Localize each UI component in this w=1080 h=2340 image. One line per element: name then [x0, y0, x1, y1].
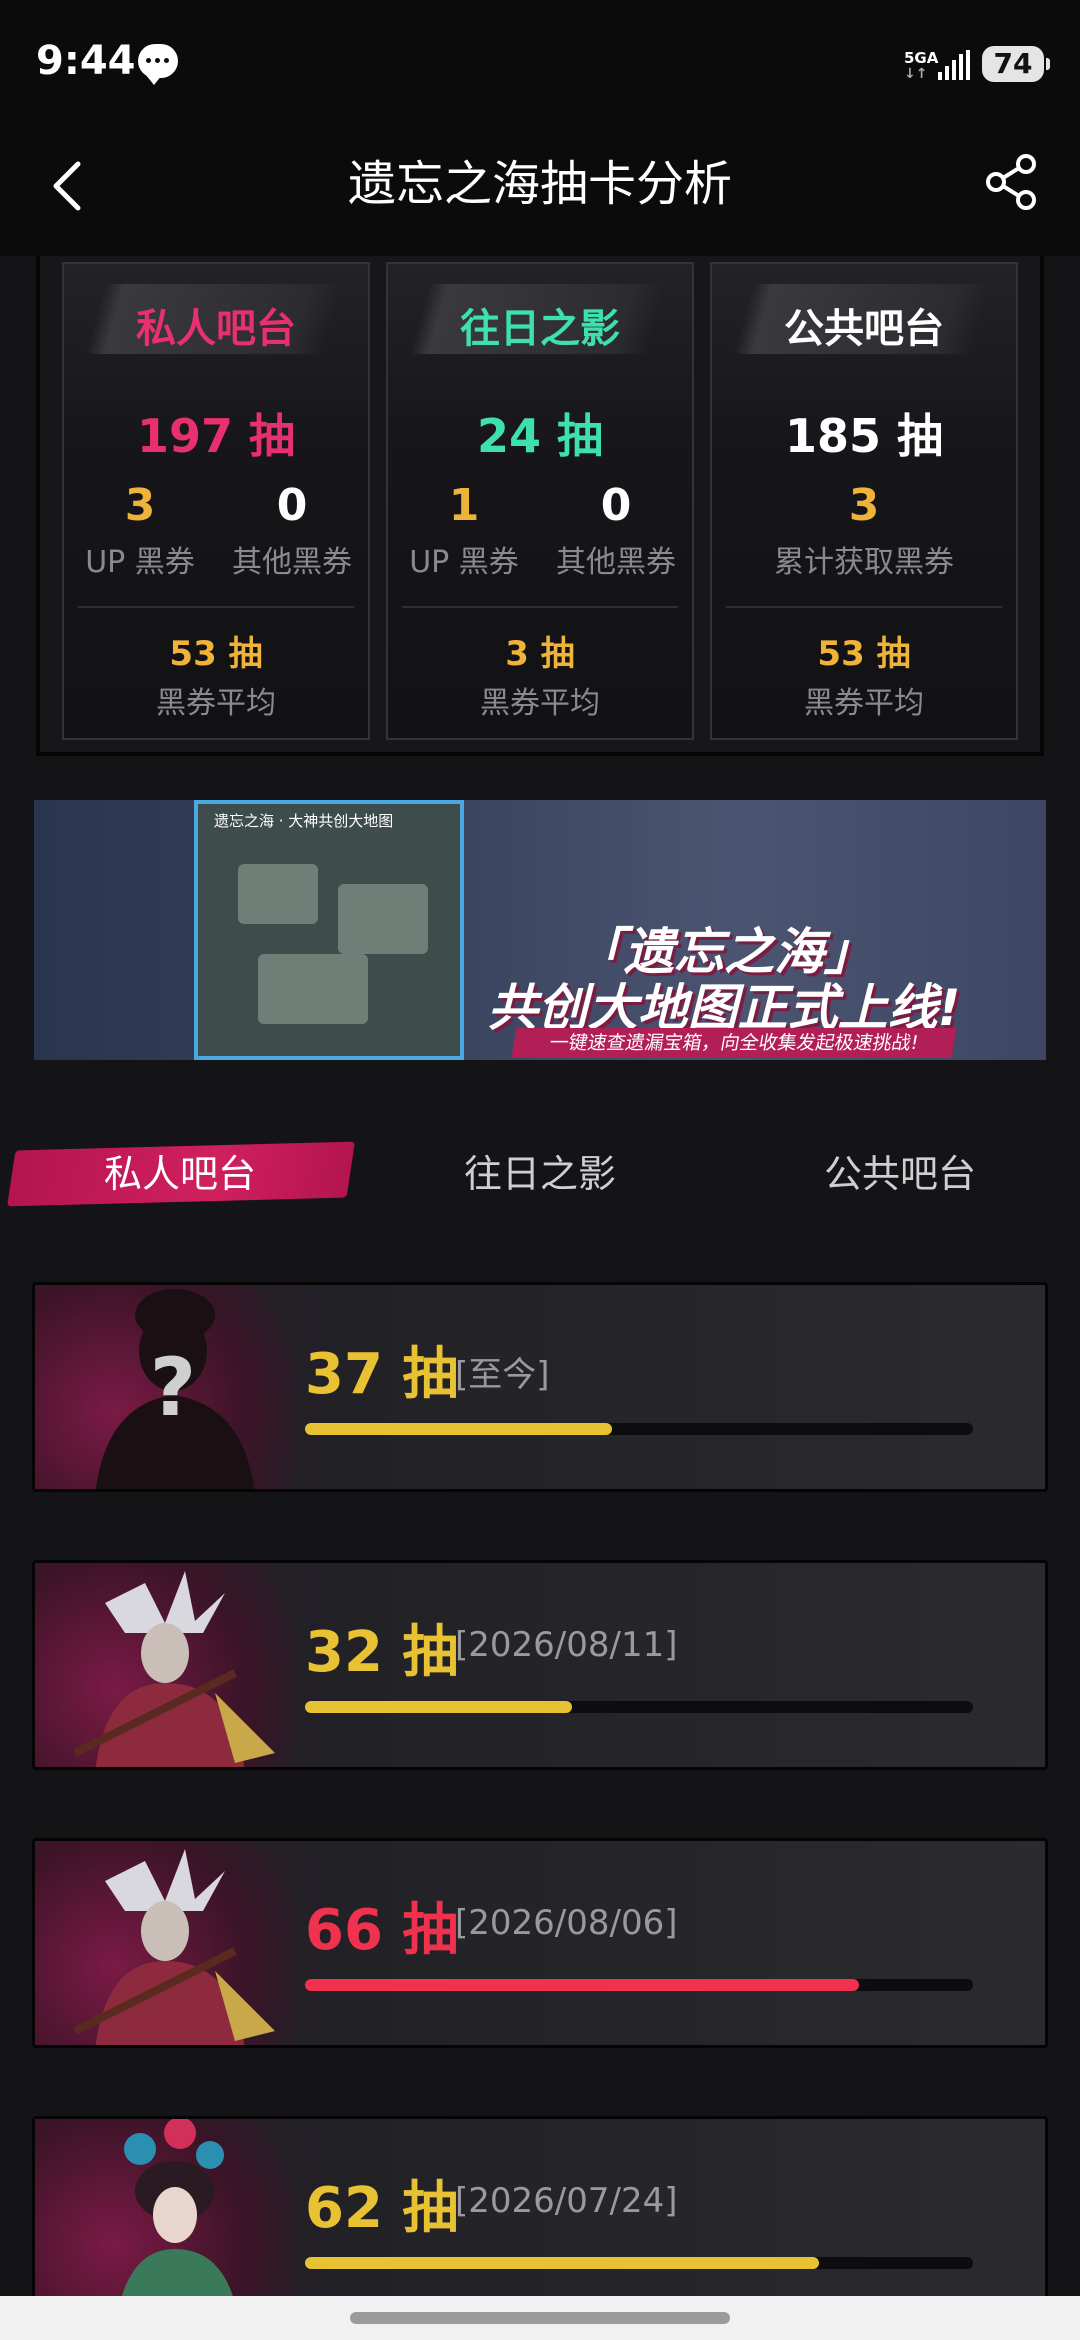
progress-fill [305, 1979, 860, 1991]
stat-average-value: 53 抽 [169, 634, 263, 674]
app-header: 遗忘之海抽卡分析 [0, 120, 1080, 256]
record-date: [2026/08/11] [455, 1625, 678, 1665]
progress-track [305, 1979, 973, 1991]
stat-up-tickets: 3 UP 黑券 [64, 480, 216, 581]
stat-average-value: 53 抽 [817, 634, 911, 674]
status-bar: 9:44 5GA ↓↑ 74 [0, 0, 1080, 120]
avatar [35, 2119, 295, 2303]
record-card[interactable]: 66 抽 [2026/08/06] [32, 1838, 1048, 2048]
svg-text:?: ? [150, 1341, 196, 1434]
stat-card-title: 公共吧台 [784, 306, 944, 352]
stat-up-value: 1 [448, 480, 480, 531]
stat-average-value: 3 抽 [505, 634, 575, 674]
share-button[interactable] [980, 150, 1044, 214]
unknown-character-icon: ? [95, 1289, 255, 1489]
progress-fill [305, 2257, 820, 2269]
promo-subtitle: 一键速查遗漏宝箱，向全收集发起极速挑战! [511, 1028, 957, 1058]
stats-panel: 私人吧台 197 抽 3 UP 黑券 0 其他黑券 53 抽 黑券平均 往日之影… [36, 256, 1044, 756]
network-type: 5GA ↓↑ [904, 49, 939, 82]
record-date: [至今] [455, 1355, 550, 1395]
stat-other-value: 0 [600, 480, 632, 531]
record-pull-count: 32 抽 [305, 1620, 459, 1685]
stat-average-label: 黑券平均 [156, 686, 276, 721]
battery-icon: 74 [982, 46, 1050, 82]
divider [402, 606, 678, 608]
record-date: [2026/08/06] [455, 1903, 678, 1943]
stat-total-pulls: 197 抽 [136, 409, 296, 463]
record-date: [2026/07/24] [455, 2181, 678, 2221]
stat-other-label: 其他黑券 [232, 545, 352, 580]
tab-public-bar[interactable]: 公共吧台 [760, 1146, 1040, 1202]
record-pull-count: 62 抽 [305, 2176, 459, 2241]
stat-other-label: 其他黑券 [556, 545, 676, 580]
stat-other-tickets: 0 其他黑券 [540, 480, 692, 581]
avatar [35, 1841, 295, 2045]
stat-total-tickets-label: 累计获取黑券 [774, 545, 954, 580]
map-tile [238, 864, 318, 924]
stat-total-pulls: 24 抽 [476, 409, 604, 463]
divider [78, 606, 354, 608]
stat-up-value: 3 [124, 480, 156, 531]
progress-fill [305, 1701, 573, 1713]
stat-other-value: 0 [276, 480, 308, 531]
share-icon [986, 154, 1036, 210]
pool-tabs: 私人吧台 往日之影 公共吧台 [0, 1120, 1080, 1230]
stat-card-private-bar: 私人吧台 197 抽 3 UP 黑券 0 其他黑券 53 抽 黑券平均 [62, 262, 370, 740]
avatar: ? [35, 1285, 295, 1489]
stat-pair: 3 累计获取黑券 [712, 480, 1016, 581]
character-portrait-icon [119, 2119, 235, 2303]
progress-track [305, 1423, 973, 1435]
stat-average-label: 黑券平均 [480, 686, 600, 721]
page-title: 遗忘之海抽卡分析 [347, 156, 732, 212]
stat-card-public-bar: 公共吧台 185 抽 3 累计获取黑券 53 抽 黑券平均 [710, 262, 1018, 740]
stat-total-pulls: 185 抽 [784, 409, 944, 463]
status-time: 9:44 [36, 38, 136, 84]
promo-map-screenshot: 遗忘之海 · 大神共创大地图 [194, 800, 464, 1060]
stat-total-tickets-value: 3 [848, 480, 880, 531]
map-tile [258, 954, 368, 1024]
chevron-left-icon [53, 161, 81, 211]
stat-card-title: 私人吧台 [136, 306, 296, 352]
stat-card-title: 往日之影 [460, 306, 620, 352]
progress-fill [305, 1423, 613, 1435]
record-pull-count: 66 抽 [305, 1898, 459, 1963]
character-portrait-icon [73, 1571, 275, 1767]
message-icon [138, 44, 178, 85]
back-button[interactable] [40, 150, 100, 220]
divider [726, 606, 1002, 608]
stat-up-label: UP 黑券 [409, 545, 519, 580]
tab-private-bar[interactable]: 私人吧台 [40, 1146, 320, 1202]
promo-banner[interactable]: 遗忘之海 · 大神共创大地图 「遗忘之海」 共创大地图正式上线! 一键速查遗漏宝… [34, 800, 1046, 1060]
record-card[interactable]: ? 37 抽 [至今] [32, 1282, 1048, 1492]
signal-icon [938, 50, 972, 80]
avatar [35, 1563, 295, 1767]
progress-track [305, 2257, 973, 2269]
stat-up-label: UP 黑券 [85, 545, 195, 580]
character-portrait-icon [73, 1849, 275, 2045]
stat-up-tickets: 1 UP 黑券 [388, 480, 540, 581]
progress-track [305, 1701, 973, 1713]
system-nav-bar [0, 2296, 1080, 2340]
promo-map-title: 遗忘之海 · 大神共创大地图 [214, 812, 394, 830]
stat-other-tickets: 0 其他黑券 [216, 480, 368, 581]
map-tile [338, 884, 428, 954]
home-indicator[interactable] [350, 2312, 730, 2324]
record-card[interactable]: 32 抽 [2026/08/11] [32, 1560, 1048, 1770]
record-card[interactable]: 62 抽 [2026/07/24] [32, 2116, 1048, 2306]
stat-card-past-shadow: 往日之影 24 抽 1 UP 黑券 0 其他黑券 3 抽 黑券平均 [386, 262, 694, 740]
record-pull-count: 37 抽 [305, 1342, 459, 1407]
tab-past-shadow[interactable]: 往日之影 [400, 1146, 680, 1202]
stat-average-label: 黑券平均 [804, 686, 924, 721]
